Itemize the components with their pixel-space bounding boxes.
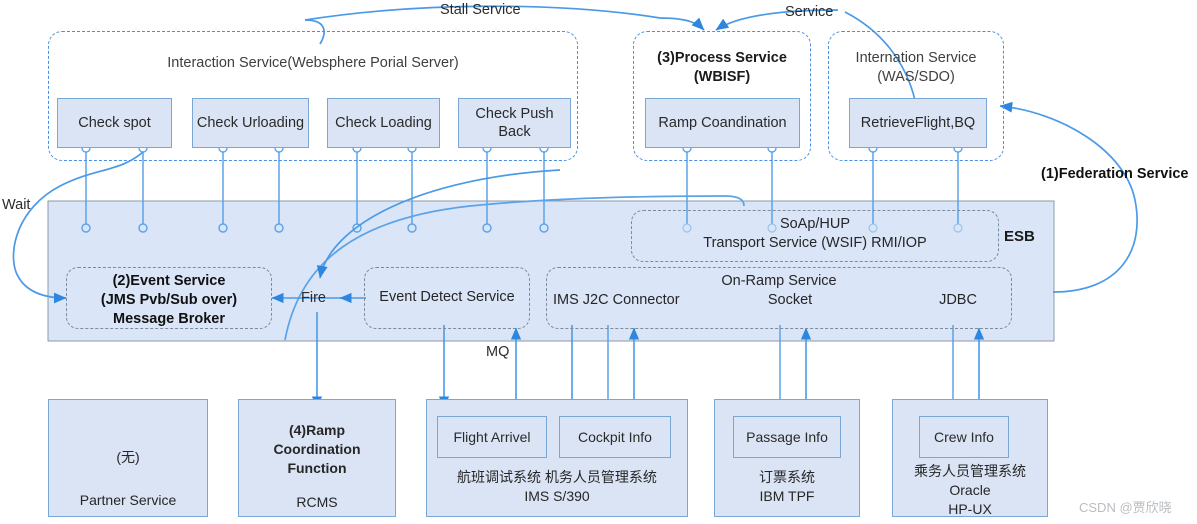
box-retrieveflight-bq[interactable]: RetrieveFlight,BQ <box>849 98 987 148</box>
edge-label-wait: Wait <box>2 197 31 213</box>
box-check-push-back[interactable]: Check Push Back <box>458 98 571 148</box>
edge-label-service: Service <box>785 4 834 20</box>
ims-s390-caption: 航班调试系统 机务人员管理系统 IMS S/390 <box>457 469 657 504</box>
box-check-urloading[interactable]: Check Urloading <box>192 98 309 148</box>
group-internation-service-title: Internation Service (WAS/SDO) <box>855 50 977 85</box>
fire-label: Fire <box>301 290 326 306</box>
box-check-spot[interactable]: Check spot <box>57 98 172 148</box>
box-ramp-coandination[interactable]: Ramp Coandination <box>645 98 800 148</box>
box-passage-info[interactable]: Passage Info <box>733 416 841 458</box>
esb-label: ESB <box>1004 228 1035 245</box>
edge-label-stall-service: Stall Service <box>440 2 521 18</box>
rcms-caption: RCMS <box>296 494 338 510</box>
subgroup-transport-line1: SoAp/HUP <box>779 216 851 232</box>
onramp-item-jdbc[interactable]: JDBC <box>910 291 1006 310</box>
box-check-loading[interactable]: Check Loading <box>327 98 440 148</box>
rcms-center-text: (4)Ramp Coordination Function <box>273 422 361 476</box>
group-interaction-service-title: Interaction Service(Websphere Porial Ser… <box>167 55 459 71</box>
box-crew-info[interactable]: Crew Info <box>919 416 1009 458</box>
ibm-tpf-caption: 订票系统 IBM TPF <box>759 469 815 504</box>
onramp-item-socket[interactable]: Socket <box>735 291 845 310</box>
edge-label-mq: MQ <box>486 344 510 360</box>
subgroup-event-detect-service-text: Event Detect Service <box>379 289 515 305</box>
oracle-hpux-caption: 乘务人员管理系统 Oracle HP-UX <box>914 463 1026 517</box>
subgroup-transport-line2: Transport Service (WSIF) RMI/IOP <box>703 235 927 251</box>
partner-service-center-text: (无) <box>116 449 140 465</box>
box-cockpit-info[interactable]: Cockpit Info <box>559 416 671 458</box>
csdn-watermark: CSDN @贾欣晓 <box>1079 500 1172 515</box>
partner-service-caption: Partner Service <box>79 492 177 508</box>
group-process-service-title: (3)Process Service (WBISF) <box>657 50 787 85</box>
box-flight-arrivel[interactable]: Flight Arrivel <box>437 416 547 458</box>
subgroup-event-service-text: (2)Event Service (JMS Pvb/Sub over) Mess… <box>100 273 238 327</box>
edge-label-federation-service: (1)Federation Service <box>1041 166 1189 182</box>
onramp-item-ims-j2c-connector[interactable]: IMS J2C Connector <box>553 291 733 310</box>
subgroup-onramp-title: On-Ramp Service <box>721 273 837 289</box>
architecture-diagram: Interaction Service(Websphere Porial Ser… <box>0 0 1197 524</box>
